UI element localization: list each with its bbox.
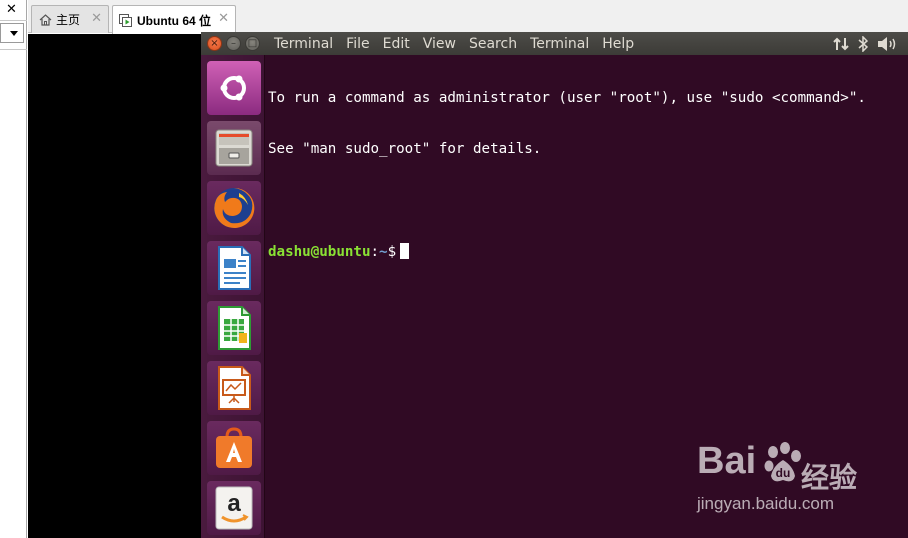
window-close-button[interactable]: ×	[207, 36, 222, 51]
ubuntu-desktop: × – □ Terminal File Edit View Search Ter…	[201, 32, 908, 538]
baidu-watermark: Bai du 经验 jingyan.baidu.com	[697, 440, 897, 520]
terminal-line: To run a command as administrator (user …	[268, 90, 866, 106]
panel-dropdown[interactable]	[0, 23, 24, 43]
window-minimize-button[interactable]: –	[226, 36, 241, 51]
tab-ubuntu-label: Ubuntu 64 位	[137, 13, 211, 28]
system-indicators	[833, 32, 908, 55]
unity-launcher: a	[201, 55, 265, 538]
host-left-panel: ✕	[0, 0, 27, 538]
launcher-impress[interactable]	[207, 361, 261, 415]
svg-text:a: a	[227, 490, 241, 517]
menu-file[interactable]: File	[346, 36, 369, 52]
vm-play-icon	[119, 13, 133, 27]
tab-close-icon[interactable]: ✕	[91, 11, 102, 26]
window-maximize-button[interactable]: □	[245, 36, 260, 51]
firefox-icon	[211, 185, 257, 231]
svg-text:du: du	[776, 466, 791, 480]
terminal-output[interactable]: To run a command as administrator (user …	[268, 56, 908, 294]
prompt-user-host: dashu@ubuntu	[268, 244, 371, 260]
launcher-firefox[interactable]	[207, 181, 261, 235]
vm-blank-area	[28, 34, 201, 538]
launcher-amazon[interactable]: a	[207, 481, 261, 535]
prompt-symbol: $	[387, 244, 397, 260]
menu-edit[interactable]: Edit	[383, 36, 410, 52]
tab-close-icon[interactable]: ✕	[218, 11, 229, 26]
divider	[0, 49, 27, 50]
ubuntu-dash-icon	[218, 72, 250, 104]
watermark-brand: Bai	[697, 440, 757, 482]
host-tab-bar: 主页 ✕ Ubuntu 64 位 ✕	[28, 0, 908, 34]
prompt-separator: :	[370, 244, 380, 260]
baidu-paw-icon: du	[763, 442, 803, 488]
libreoffice-writer-icon	[214, 245, 254, 291]
tab-ubuntu-vm[interactable]: Ubuntu 64 位 ✕	[112, 5, 236, 34]
menu-view[interactable]: View	[423, 36, 456, 52]
software-center-icon	[211, 425, 257, 471]
menu-search[interactable]: Search	[469, 36, 517, 52]
home-icon	[38, 13, 52, 27]
menu-help[interactable]: Help	[602, 36, 634, 52]
launcher-calc[interactable]	[207, 301, 261, 355]
amazon-icon: a	[214, 485, 254, 531]
watermark-brand-suffix: 经验	[801, 461, 858, 494]
watermark-url: jingyan.baidu.com	[697, 494, 835, 513]
launcher-software[interactable]	[207, 421, 261, 475]
launcher-writer[interactable]	[207, 241, 261, 295]
menu-app-terminal[interactable]: Terminal	[274, 36, 333, 52]
close-icon[interactable]: ✕	[6, 2, 17, 18]
prompt-path: ~	[379, 244, 388, 260]
launcher-files[interactable]	[207, 121, 261, 175]
terminal-menubar: Terminal File Edit View Search Terminal …	[274, 32, 647, 55]
libreoffice-calc-icon	[214, 305, 254, 351]
tab-home[interactable]: 主页 ✕	[31, 5, 109, 33]
terminal-line: See "man sudo_root" for details.	[268, 141, 542, 157]
menu-terminal[interactable]: Terminal	[530, 36, 589, 52]
bluetooth-icon[interactable]	[858, 35, 868, 52]
volume-icon[interactable]	[877, 36, 899, 52]
chevron-down-icon	[10, 31, 18, 36]
tab-home-label: 主页	[56, 13, 81, 27]
text-cursor	[400, 243, 410, 259]
terminal-prompt-line: dashu@ubuntu:~$	[268, 243, 908, 260]
network-transfer-icon[interactable]	[833, 37, 849, 51]
files-icon	[212, 126, 256, 170]
divider	[0, 20, 27, 21]
ubuntu-top-panel: × – □ Terminal File Edit View Search Ter…	[201, 32, 908, 55]
libreoffice-impress-icon	[214, 365, 254, 411]
launcher-dash[interactable]	[207, 61, 261, 115]
